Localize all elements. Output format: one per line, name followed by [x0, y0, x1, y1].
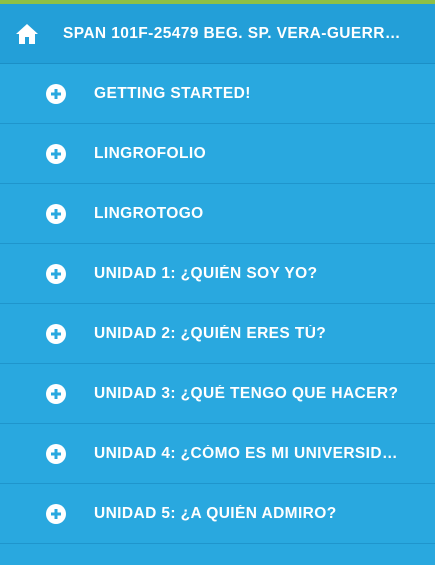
menu-item-unidad-3[interactable]: UNIDAD 3: ¿QUÉ TENGO QUE HACER?: [0, 364, 435, 424]
menu-item-label: LINGROFOLIO: [94, 144, 207, 162]
menu-item-unidad-4[interactable]: UNIDAD 4: ¿CÓMO ES MI UNIVERSIDAD?: [0, 424, 435, 484]
menu-item-label: UNIDAD 3: ¿QUÉ TENGO QUE HACER?: [94, 384, 399, 402]
plus-circle-icon[interactable]: [46, 83, 66, 104]
menu-item-label: GETTING STARTED!: [94, 84, 251, 102]
plus-circle-icon[interactable]: [46, 263, 66, 284]
menu-item-lingrofolio[interactable]: LINGROFOLIO: [0, 124, 435, 184]
plus-circle-icon[interactable]: [46, 443, 66, 464]
home-icon[interactable]: [15, 23, 39, 45]
menu-item-label: UNIDAD 2: ¿QUIÉN ERES TÚ?: [94, 324, 327, 342]
menu-item-label: UNIDAD 4: ¿CÓMO ES MI UNIVERSIDAD?: [94, 444, 402, 462]
menu-item-getting-started[interactable]: GETTING STARTED!: [0, 64, 435, 124]
menu-item-label: UNIDAD 5: ¿A QUIÉN ADMIRO?: [94, 504, 337, 522]
plus-circle-icon[interactable]: [46, 203, 66, 224]
course-title[interactable]: SPAN 101F-25479 BEG. SP. VERA-GUERRERO: [63, 25, 408, 43]
plus-circle-icon[interactable]: [46, 323, 66, 344]
menu-item-unidad-2[interactable]: UNIDAD 2: ¿QUIÉN ERES TÚ?: [0, 304, 435, 364]
menu-item-label: UNIDAD 1: ¿QUIÉN SOY YO?: [94, 264, 318, 282]
menu-item-unidad-5[interactable]: UNIDAD 5: ¿A QUIÉN ADMIRO?: [0, 484, 435, 544]
plus-circle-icon[interactable]: [46, 383, 66, 404]
menu-item-lingrotogo[interactable]: LINGROTOGO: [0, 184, 435, 244]
menu-item-unidad-1[interactable]: UNIDAD 1: ¿QUIÉN SOY YO?: [0, 244, 435, 304]
menu-item-label: LINGROTOGO: [94, 204, 204, 222]
course-header[interactable]: SPAN 101F-25479 BEG. SP. VERA-GUERRERO: [0, 4, 435, 64]
plus-circle-icon[interactable]: [46, 143, 66, 164]
plus-circle-icon[interactable]: [46, 503, 66, 524]
module-menu: GETTING STARTED! LINGROFOLIO LINGROTOGO …: [0, 64, 435, 544]
